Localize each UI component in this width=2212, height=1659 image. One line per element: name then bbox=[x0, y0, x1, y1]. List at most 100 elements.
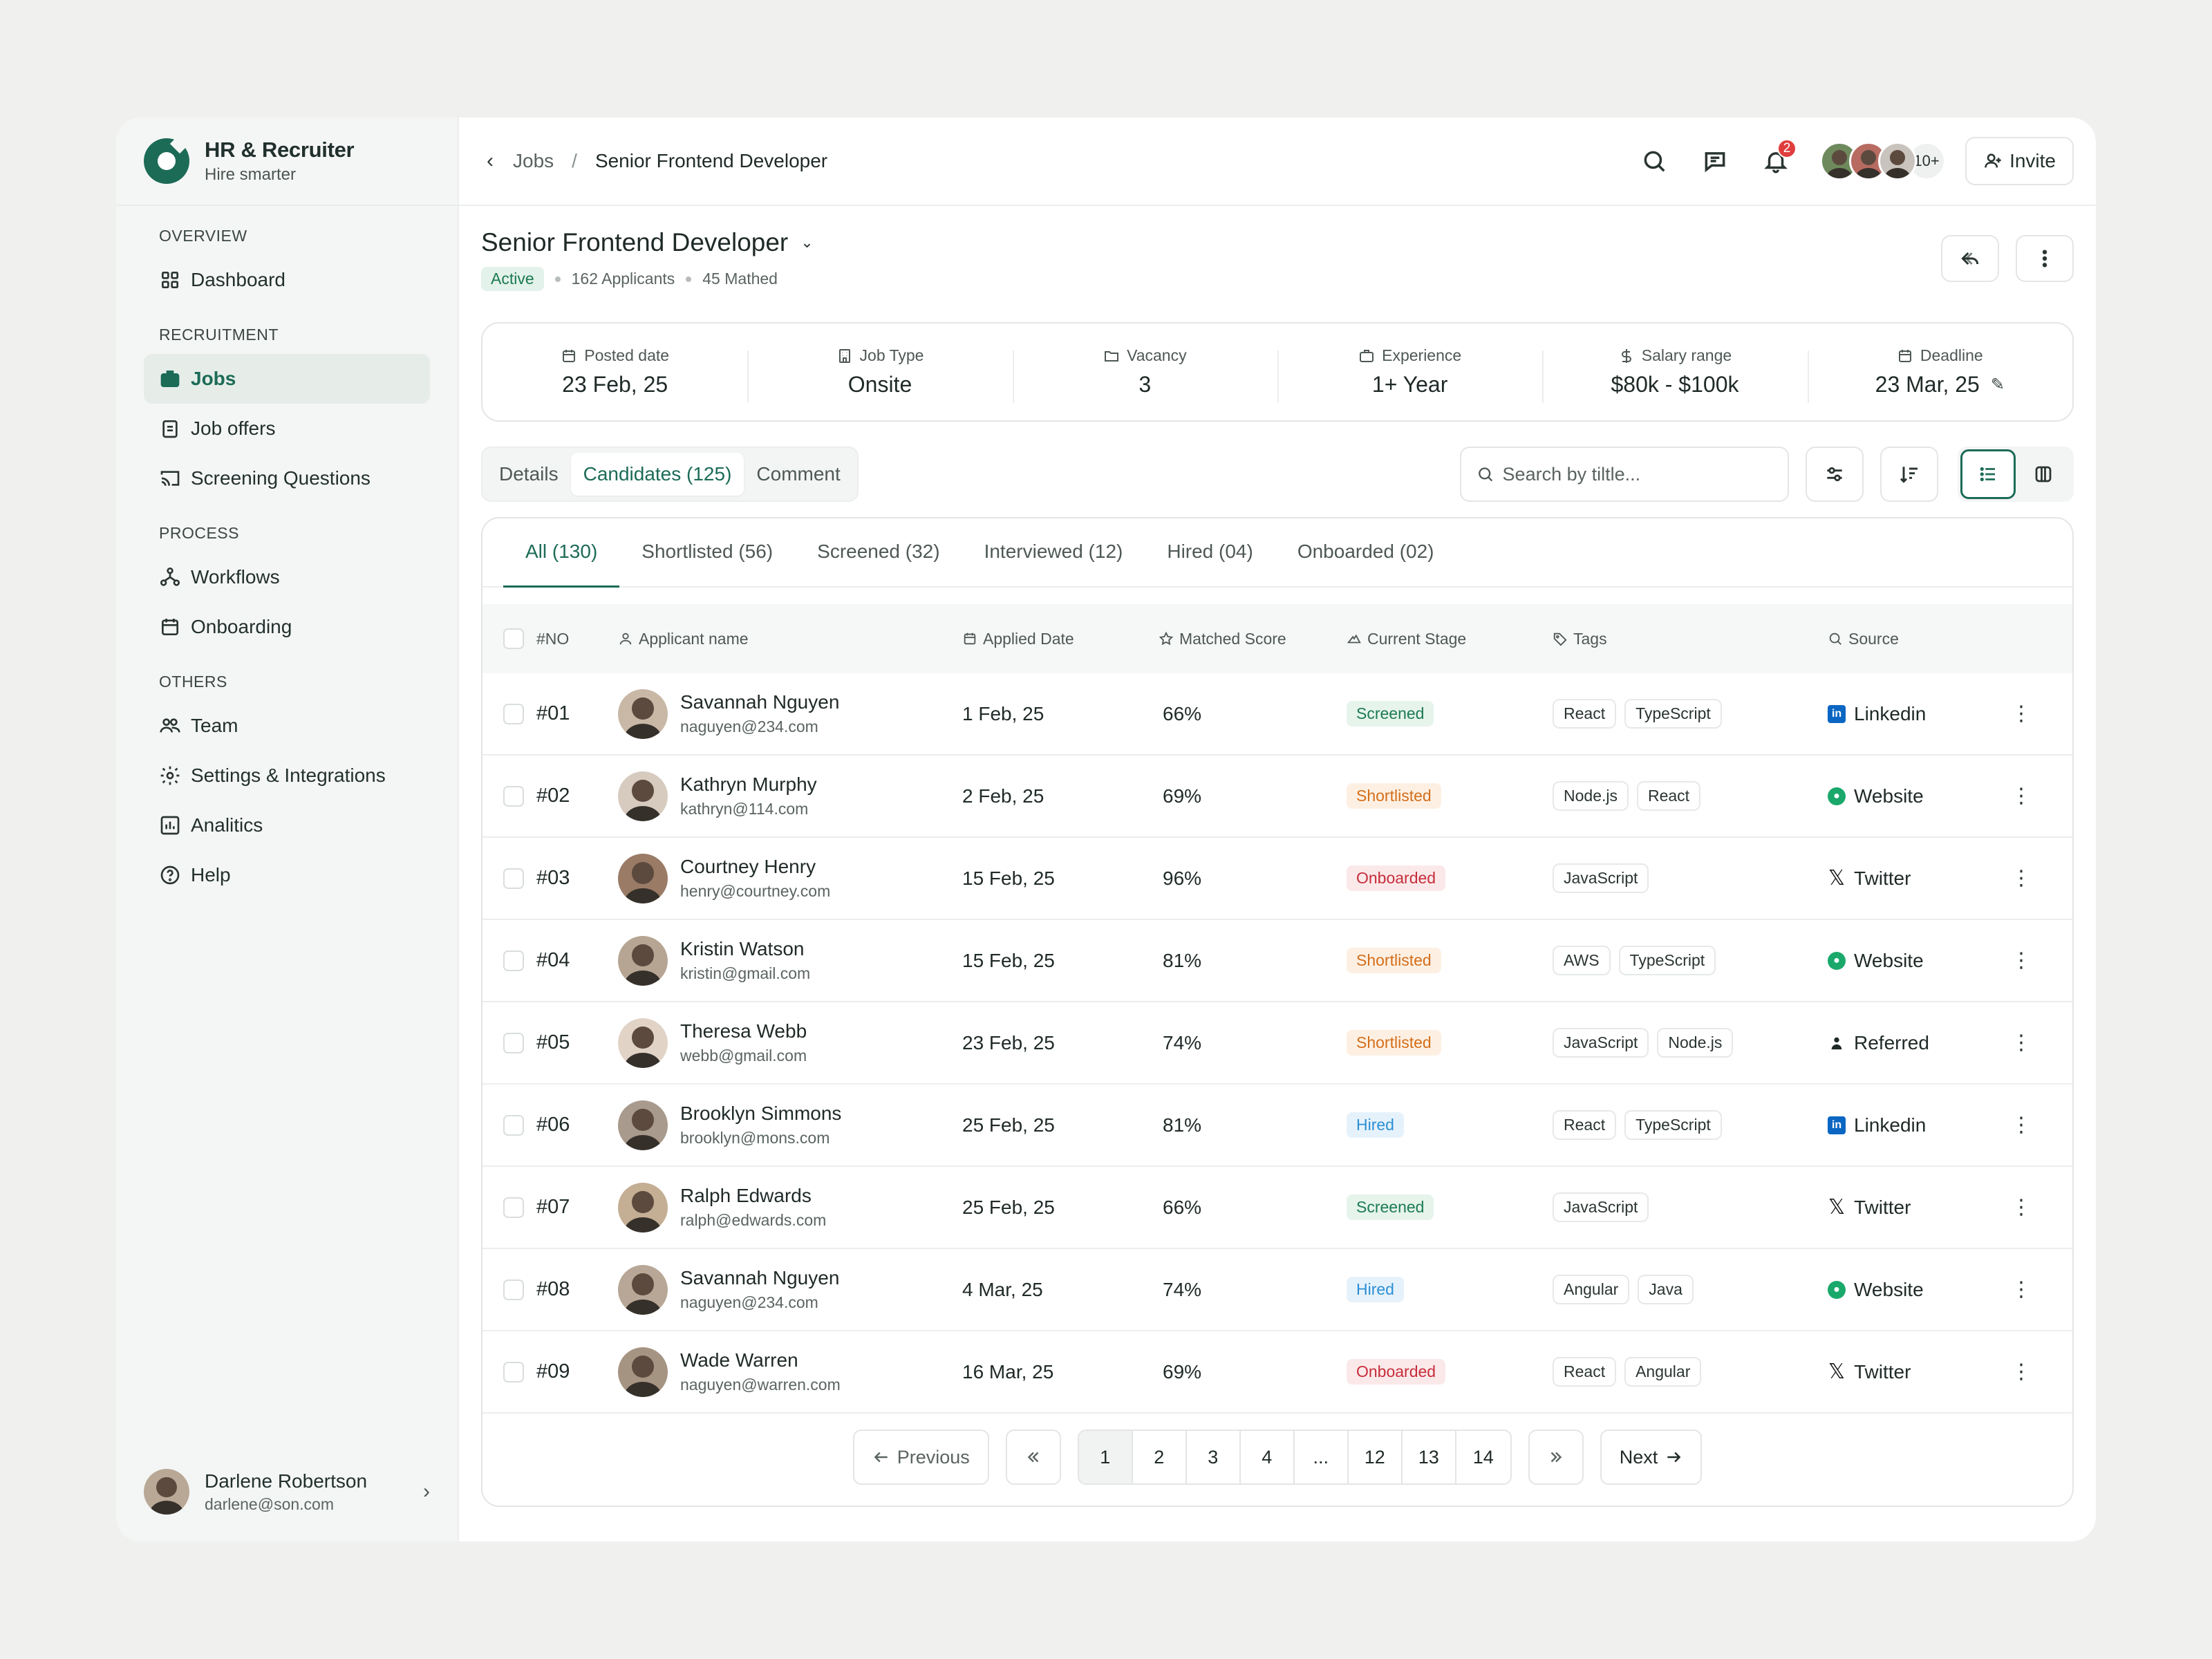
list-view-button[interactable] bbox=[1960, 449, 2016, 499]
first-page-button[interactable] bbox=[1005, 1430, 1061, 1485]
row-menu-icon[interactable]: ⋮ bbox=[2011, 702, 2032, 725]
applicant-cell[interactable]: Theresa Webb webb@gmail.com bbox=[618, 1018, 962, 1068]
job-tabs: Details Candidates (125) Comment bbox=[481, 447, 859, 502]
table-row[interactable]: #07 Ralph Edwards ralph@edwards.com 25 F… bbox=[482, 1167, 2072, 1249]
filter-button[interactable] bbox=[1806, 447, 1864, 502]
matched-score: 66% bbox=[1163, 702, 1202, 724]
sidebar-item-team[interactable]: Team bbox=[144, 701, 430, 751]
search-box[interactable] bbox=[1460, 447, 1789, 502]
applicant-cell[interactable]: Brooklyn Simmons brooklyn@mons.com bbox=[618, 1100, 962, 1150]
applicant-cell[interactable]: Kristin Watson kristin@gmail.com bbox=[618, 935, 962, 986]
chevron-down-icon[interactable]: ⌄ bbox=[800, 234, 813, 252]
header-tags[interactable]: Tags bbox=[1553, 630, 1828, 648]
stage-tab-hired[interactable]: Hired (04) bbox=[1145, 518, 1275, 586]
applicant-cell[interactable]: Savannah Nguyen naguyen@234.com bbox=[618, 1264, 962, 1315]
sidebar-item-onboarding[interactable]: Onboarding bbox=[144, 602, 430, 652]
header-source[interactable]: Source bbox=[1828, 630, 2000, 648]
breadcrumb-jobs[interactable]: Jobs bbox=[513, 150, 554, 172]
table-row[interactable]: #08 Savannah Nguyen naguyen@234.com 4 Ma… bbox=[482, 1249, 2072, 1331]
sort-button[interactable] bbox=[1880, 447, 1938, 502]
applicant-cell[interactable]: Kathryn Murphy kathryn@114.com bbox=[618, 771, 962, 821]
table-row[interactable]: #09 Wade Warren naguyen@warren.com 16 Ma… bbox=[482, 1331, 2072, 1414]
row-checkbox[interactable] bbox=[503, 1114, 524, 1136]
stage-tab-onboarded[interactable]: Onboarded (02) bbox=[1275, 518, 1456, 586]
stage-tab-screened[interactable]: Screened (32) bbox=[795, 518, 962, 586]
stat-value: 23 Mar, 25 ✎ bbox=[1808, 372, 2072, 397]
sidebar-item-job-offers[interactable]: Job offers bbox=[144, 404, 430, 453]
sidebar-item-dashboard[interactable]: Dashboard bbox=[144, 255, 430, 305]
tab-comment[interactable]: Comment bbox=[744, 453, 852, 496]
table-row[interactable]: #01 Savannah Nguyen naguyen@234.com 1 Fe… bbox=[482, 673, 2072, 756]
row-menu-icon[interactable]: ⋮ bbox=[2011, 1360, 2032, 1383]
table-row[interactable]: #05 Theresa Webb webb@gmail.com 23 Feb, … bbox=[482, 1002, 2072, 1085]
header-name[interactable]: Applicant name bbox=[618, 630, 962, 648]
applicant-cell[interactable]: Wade Warren naguyen@warren.com bbox=[618, 1347, 962, 1397]
row-checkbox[interactable] bbox=[503, 1279, 524, 1300]
table-row[interactable]: #02 Kathryn Murphy kathryn@114.com 2 Feb… bbox=[482, 756, 2072, 838]
row-checkbox[interactable] bbox=[503, 1197, 524, 1218]
applicant-cell[interactable]: Courtney Henry henry@courtney.com bbox=[618, 853, 962, 903]
next-button[interactable]: Next bbox=[1600, 1430, 1703, 1485]
row-menu-icon[interactable]: ⋮ bbox=[2011, 949, 2032, 972]
row-menu-icon[interactable]: ⋮ bbox=[2011, 1114, 2032, 1136]
header-date[interactable]: Applied Date bbox=[962, 630, 1159, 648]
stage-badge: Shortlisted bbox=[1347, 783, 1441, 809]
page-button[interactable]: 2 bbox=[1133, 1431, 1187, 1483]
select-all-checkbox[interactable] bbox=[503, 628, 524, 649]
sidebar-item-analitics[interactable]: Analitics bbox=[144, 800, 430, 850]
row-checkbox[interactable] bbox=[503, 868, 524, 889]
row-menu-icon[interactable]: ⋮ bbox=[2011, 1278, 2032, 1301]
row-menu-icon[interactable]: ⋮ bbox=[2011, 785, 2032, 807]
tab-candidates[interactable]: Candidates (125) bbox=[570, 453, 744, 496]
row-checkbox[interactable] bbox=[503, 703, 524, 724]
sidebar-item-label: Settings & Integrations bbox=[191, 765, 386, 786]
row-checkbox[interactable] bbox=[503, 785, 524, 807]
table-row[interactable]: #04 Kristin Watson kristin@gmail.com 15 … bbox=[482, 920, 2072, 1002]
board-view-button[interactable] bbox=[2016, 449, 2071, 499]
page-button[interactable]: 14 bbox=[1456, 1431, 1510, 1483]
table-row[interactable]: #03 Courtney Henry henry@courtney.com 15… bbox=[482, 838, 2072, 920]
invite-button[interactable]: Invite bbox=[1965, 137, 2074, 185]
row-checkbox[interactable] bbox=[503, 950, 524, 971]
applicant-cell[interactable]: Savannah Nguyen naguyen@234.com bbox=[618, 688, 962, 739]
table-row[interactable]: #06 Brooklyn Simmons brooklyn@mons.com 2… bbox=[482, 1085, 2072, 1167]
row-menu-icon[interactable]: ⋮ bbox=[2011, 867, 2032, 890]
stage-tab-interviewed[interactable]: Interviewed (12) bbox=[962, 518, 1145, 586]
stage-tab-shortlisted[interactable]: Shortlisted (56) bbox=[619, 518, 795, 586]
page-button[interactable]: 1 bbox=[1078, 1431, 1133, 1483]
share-button[interactable] bbox=[1941, 235, 1999, 282]
last-page-button[interactable] bbox=[1528, 1430, 1584, 1485]
row-checkbox[interactable] bbox=[503, 1032, 524, 1053]
row-checkbox[interactable] bbox=[503, 1361, 524, 1382]
search-input[interactable] bbox=[1502, 463, 1772, 485]
more-options-button[interactable] bbox=[2016, 235, 2074, 282]
row-menu-icon[interactable]: ⋮ bbox=[2011, 1196, 2032, 1219]
back-arrow-icon[interactable]: ‹ bbox=[487, 149, 494, 173]
sidebar-item-settings-integrations[interactable]: Settings & Integrations bbox=[144, 751, 430, 800]
stage-tab-all[interactable]: All (130) bbox=[503, 518, 620, 588]
brand-subtitle: Hire smarter bbox=[205, 165, 297, 184]
sidebar-item-screening-questions[interactable]: Screening Questions bbox=[144, 453, 430, 503]
messages-icon[interactable] bbox=[1698, 144, 1732, 178]
sidebar-item-help[interactable]: Help bbox=[144, 850, 430, 900]
sidebar-item-workflows[interactable]: Workflows bbox=[144, 552, 430, 602]
page-button[interactable]: 13 bbox=[1403, 1431, 1456, 1483]
current-user[interactable]: Darlene Robertson darlene@son.com › bbox=[144, 1463, 430, 1521]
job-title-text: Senior Frontend Developer bbox=[481, 228, 789, 256]
team-avatars[interactable]: 10+ bbox=[1820, 142, 1947, 180]
search-icon[interactable] bbox=[1638, 144, 1671, 178]
page-button[interactable]: 12 bbox=[1349, 1431, 1403, 1483]
header-stage[interactable]: Current Stage bbox=[1347, 630, 1553, 648]
sidebar-item-jobs[interactable]: Jobs bbox=[144, 354, 430, 404]
chevron-right-icon[interactable]: › bbox=[423, 1480, 430, 1503]
bell-icon[interactable]: 2 bbox=[1759, 139, 1797, 178]
tab-details[interactable]: Details bbox=[487, 453, 571, 496]
page-button[interactable]: 4 bbox=[1241, 1431, 1295, 1483]
applicant-cell[interactable]: Ralph Edwards ralph@edwards.com bbox=[618, 1182, 962, 1232]
job-title[interactable]: Senior Frontend Developer ⌄ bbox=[481, 228, 2074, 257]
row-menu-icon[interactable]: ⋮ bbox=[2011, 1031, 2032, 1054]
previous-button[interactable]: Previous bbox=[852, 1430, 989, 1485]
page-button[interactable]: 3 bbox=[1187, 1431, 1241, 1483]
edit-icon[interactable]: ✎ bbox=[1991, 375, 2005, 395]
header-score[interactable]: Matched Score bbox=[1159, 630, 1347, 648]
